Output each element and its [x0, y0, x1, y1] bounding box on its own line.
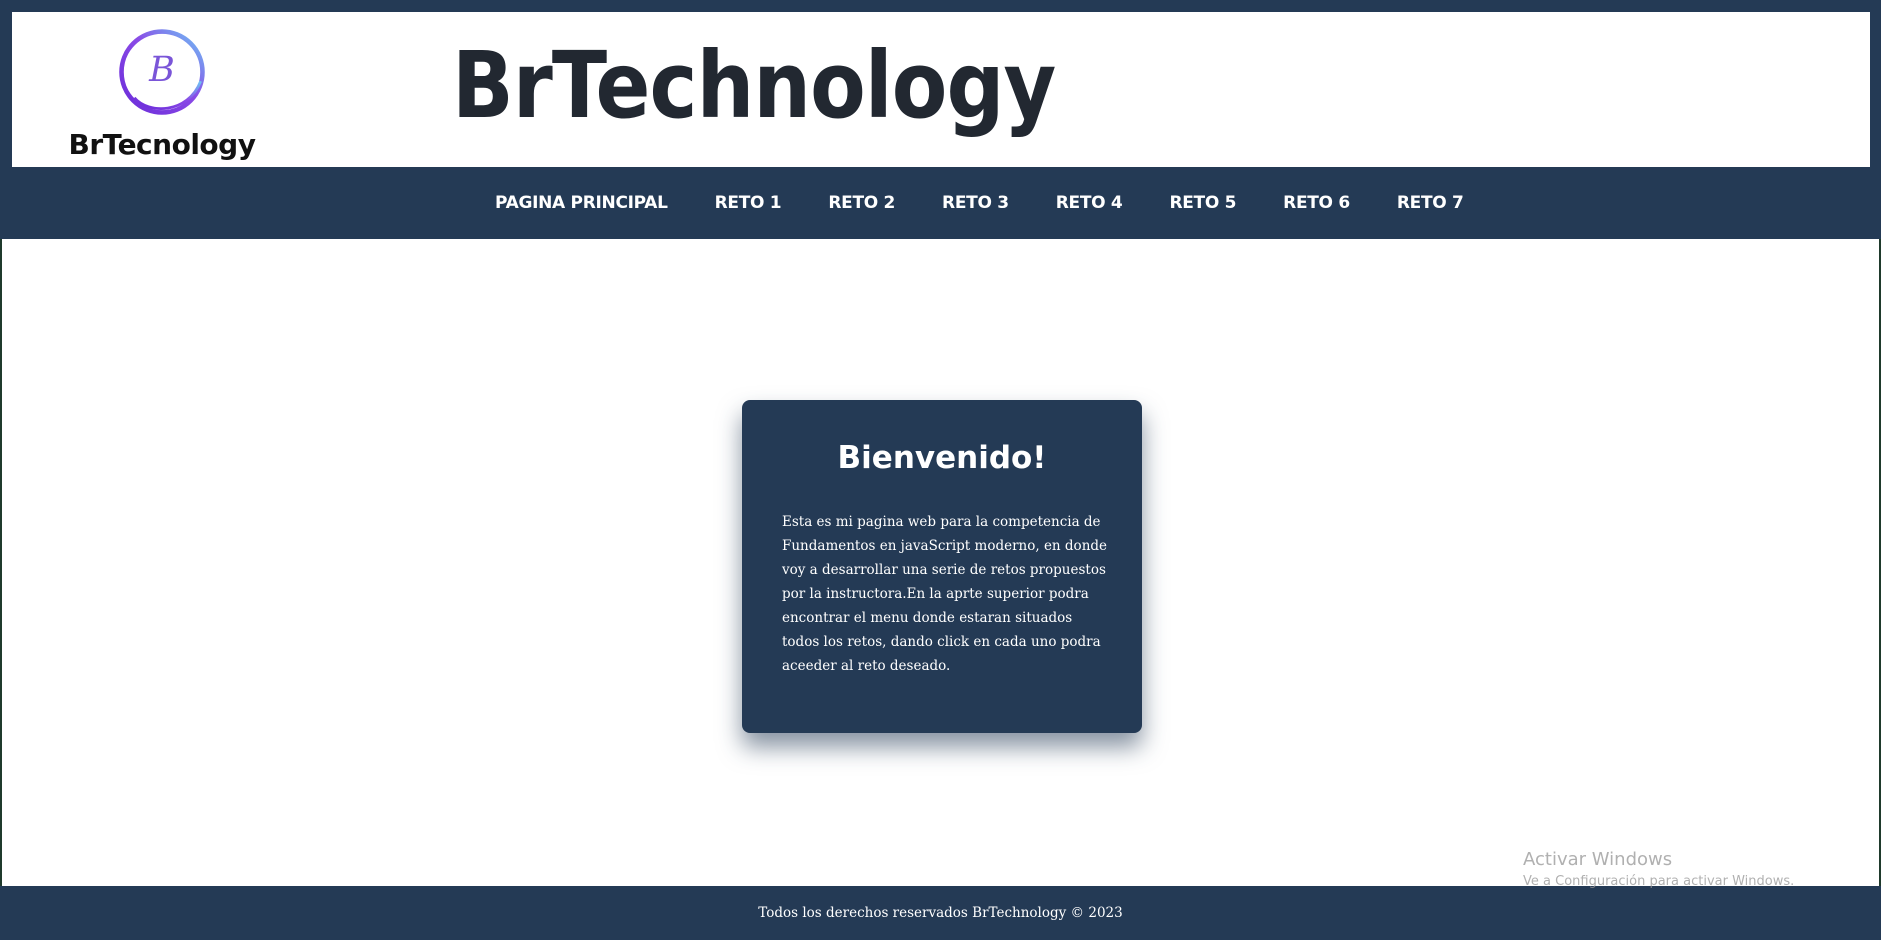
watermark-subtitle: Ve a Configuración para activar Windows. [1523, 874, 1795, 889]
logo-letter: B [148, 50, 175, 90]
nav-item-reto-1[interactable]: RETO 1 [715, 193, 782, 213]
footer-copyright: Todos los derechos reservados BrTechnolo… [758, 905, 1123, 921]
logo-text: BrTecnology [68, 128, 256, 161]
nav-item-pagina-principal[interactable]: PAGINA PRINCIPAL [495, 193, 668, 213]
nav-item-reto-6[interactable]: RETO 6 [1283, 193, 1350, 213]
watermark-title: Activar Windows [1523, 849, 1673, 870]
site-logo[interactable]: B BrTecnology [62, 18, 262, 168]
nav-item-reto-3[interactable]: RETO 3 [942, 193, 1009, 213]
site-footer: Todos los derechos reservados BrTechnolo… [0, 886, 1881, 940]
welcome-text: Esta es mi pagina web para la competenci… [782, 514, 1108, 674]
welcome-card: Bienvenido! Esta es mi pagina web para l… [742, 400, 1142, 733]
nav-item-reto-5[interactable]: RETO 5 [1169, 193, 1236, 213]
logo-circle-icon: B [119, 29, 205, 115]
nav-item-reto-2[interactable]: RETO 2 [828, 193, 895, 213]
nav-item-reto-4[interactable]: RETO 4 [1056, 193, 1123, 213]
windows-activation-watermark: Activar Windows Ve a Configuración para … [1523, 849, 1794, 889]
site-title: BrTechnology [452, 32, 1056, 139]
main-nav: PAGINA PRINCIPAL RETO 1 RETO 2 RETO 3 RE… [0, 167, 1881, 239]
nav-item-reto-7[interactable]: RETO 7 [1397, 193, 1464, 213]
nav-list: PAGINA PRINCIPAL RETO 1 RETO 2 RETO 3 RE… [495, 193, 1511, 213]
site-header: B BrTecnology BrTechnology [0, 0, 1881, 167]
welcome-title: Bienvenido! [837, 440, 1047, 476]
header-banner: B BrTecnology BrTechnology [12, 12, 1870, 167]
